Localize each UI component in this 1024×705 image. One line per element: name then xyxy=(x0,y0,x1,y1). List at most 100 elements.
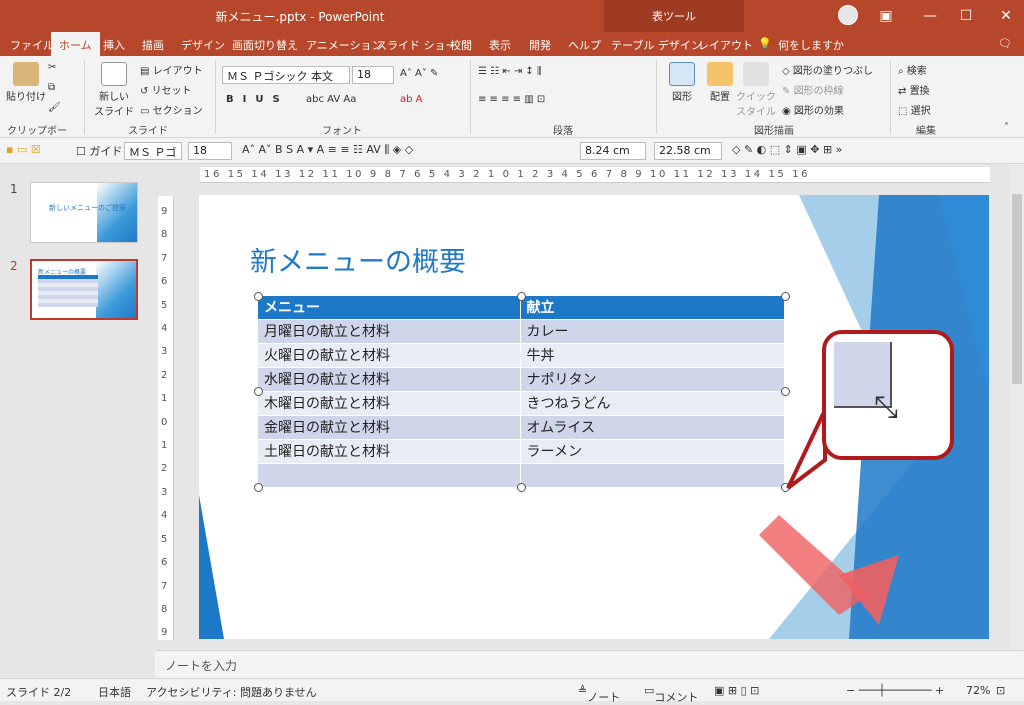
table-cell[interactable]: オムライス xyxy=(520,414,785,439)
table-cell[interactable]: ラーメン xyxy=(520,438,785,463)
arrange-button[interactable]: 配置 xyxy=(702,62,738,103)
format-painter-icon[interactable]: 🖌 xyxy=(48,102,61,113)
find-label: 検索 xyxy=(906,66,927,77)
zoom-slider[interactable]: − ───┼─────── + xyxy=(846,684,944,697)
copy-icon[interactable]: ⧉ xyxy=(48,82,55,93)
resize-handle[interactable] xyxy=(517,483,526,492)
font-color-icon[interactable]: ab A xyxy=(400,94,423,105)
table-row[interactable]: 木曜日の献立と材料 きつねうどん xyxy=(258,390,785,415)
font-style-buttons[interactable]: BIUS xyxy=(226,94,289,105)
font-size-dropdown[interactable]: 18 xyxy=(352,66,394,84)
resize-handle[interactable] xyxy=(781,387,790,396)
bullets-icon[interactable]: ☰ ☷ ⇤ ⇥ ↕ ⫼ xyxy=(478,66,542,77)
tab-review[interactable]: 校閲 xyxy=(450,37,472,53)
layout-button[interactable]: ▤ レイアウト xyxy=(140,62,203,77)
close-button[interactable]: ✕ xyxy=(996,6,1016,26)
tab-insert[interactable]: 挿入 xyxy=(103,37,125,53)
view-buttons[interactable]: ▣ ⊞ ▯ ⊡ xyxy=(714,684,759,697)
table-row[interactable]: 金曜日の献立と材料 オムライス xyxy=(258,414,785,439)
table-row[interactable]: 水曜日の献立と材料 ナポリタン xyxy=(258,366,785,391)
tab-transitions[interactable]: 画面切り替え xyxy=(232,37,298,53)
replace-button[interactable]: ⇄ 置換 xyxy=(898,82,930,97)
notes-button[interactable]: ≜ ノート xyxy=(578,684,620,704)
paste-button[interactable]: 貼り付け xyxy=(6,62,46,103)
resize-handle[interactable] xyxy=(254,292,263,301)
comment-icon[interactable]: 🗨 xyxy=(998,37,1012,50)
table-row[interactable]: 土曜日の献立と材料 ラーメン xyxy=(258,438,785,463)
select-button[interactable]: ⬚ 選択 xyxy=(898,102,931,117)
table-cell[interactable]: 金曜日の献立と材料 xyxy=(258,414,521,439)
resize-handle[interactable] xyxy=(254,483,263,492)
tab-layout[interactable]: レイアウト xyxy=(698,37,753,53)
shape-outline-button[interactable]: ✎ 図形の枠線 xyxy=(782,82,844,97)
scroll-thumb[interactable] xyxy=(1012,194,1022,384)
new-slide-button[interactable]: 新しい スライド xyxy=(92,62,136,118)
vertical-scrollbar[interactable] xyxy=(1010,164,1024,650)
menu-table[interactable]: メニュー 献立 月曜日の献立と材料 カレー 火曜日の献立と材料 牛丼 水曜日の献立と… xyxy=(258,296,785,487)
guide-checkbox[interactable]: ☐ ガイド xyxy=(76,143,122,159)
font-grow-icon[interactable]: A˄ A˅ ✎ xyxy=(400,68,438,79)
font-name-dropdown[interactable]: ＭＳ Ｐゴシック 本文 xyxy=(222,66,350,84)
table-cell[interactable]: 牛丼 xyxy=(520,342,785,367)
maximize-button[interactable]: ☐ xyxy=(956,6,976,26)
qat-format-icons[interactable]: A˄ A˅ B S A ▾ A ≡ ≡ ☷ AV ⫼ ◈ ◇ xyxy=(242,143,413,157)
comments-button[interactable]: ▭ コメント xyxy=(644,684,698,704)
qat-size-dropdown[interactable]: 18 xyxy=(188,142,232,160)
tab-animations[interactable]: アニメーション xyxy=(306,37,383,53)
table-cell[interactable]: ナポリタン xyxy=(520,366,785,391)
cut-icon[interactable]: ✂ xyxy=(48,62,56,73)
resize-handle[interactable] xyxy=(517,292,526,301)
ribbon-display-icon[interactable]: ▣ xyxy=(876,6,896,26)
align-icons[interactable]: ≡ ≡ ≡ ≡ ▥ ⊡ xyxy=(478,94,545,105)
minimize-button[interactable]: — xyxy=(920,6,940,26)
find-button[interactable]: ⌕ 検索 xyxy=(898,62,927,77)
font-effects-icon[interactable]: abc AV Aa xyxy=(306,94,356,105)
tab-developer[interactable]: 開発 xyxy=(529,37,551,53)
height-input[interactable]: 8.24 cm xyxy=(580,142,646,160)
slide-thumbnail-2[interactable]: 新メニューの概要 xyxy=(30,259,138,320)
table-cell[interactable]: カレー xyxy=(520,318,785,343)
tab-help[interactable]: ヘルプ xyxy=(568,37,601,53)
account-avatar-icon[interactable] xyxy=(838,5,858,25)
table-cell[interactable]: きつねうどん xyxy=(520,390,785,415)
qat-more-icons[interactable]: ◇ ✎ ◐ ⬚ ⇕ ▣ ✥ ⊞ » xyxy=(732,143,842,156)
resize-handle[interactable] xyxy=(254,387,263,396)
tab-home[interactable]: ホーム xyxy=(51,32,100,56)
tab-file[interactable]: ファイル xyxy=(10,37,54,53)
table-cell[interactable]: 月曜日の献立と材料 xyxy=(258,318,521,343)
table-cell[interactable] xyxy=(520,462,785,487)
table-cell[interactable]: 木曜日の献立と材料 xyxy=(258,390,521,415)
table-row[interactable]: 月曜日の献立と材料 カレー xyxy=(258,318,785,343)
language-indicator[interactable]: 日本語 xyxy=(98,684,131,700)
section-button[interactable]: ▭ セクション xyxy=(140,102,203,117)
shape-fill-button[interactable]: ◇ 図形の塗りつぶし xyxy=(782,62,873,77)
quick-style-button[interactable]: クイック スタイル xyxy=(736,62,776,118)
notes-pane[interactable]: ノートを入力 xyxy=(155,650,1024,678)
qat-font-dropdown[interactable]: ＭＳ Ｐゴ xyxy=(124,142,182,160)
table-cell[interactable]: 土曜日の献立と材料 xyxy=(258,438,521,463)
accessibility-status[interactable]: アクセシビリティ: 問題ありません xyxy=(146,684,317,700)
tell-me-search[interactable]: 何をしますか xyxy=(778,37,844,53)
table-header-dish[interactable]: 献立 xyxy=(520,296,785,319)
collapse-ribbon-icon[interactable]: ˄ xyxy=(1004,122,1009,133)
shapes-button[interactable]: 図形 xyxy=(664,62,700,103)
quick-icons[interactable]: ▪ ▭ ☒ xyxy=(6,143,41,156)
shape-effect-button[interactable]: ◉ 図形の効果 xyxy=(782,102,844,117)
slide-thumbnail-1[interactable]: 新しいメニューのご提案 xyxy=(30,182,138,243)
zoom-level[interactable]: 72% xyxy=(966,684,990,697)
table-cell[interactable]: 水曜日の献立と材料 xyxy=(258,366,521,391)
fit-slide-icon[interactable]: ⊡ xyxy=(996,684,1005,697)
table-cell[interactable] xyxy=(258,462,521,487)
table-row[interactable]: 火曜日の献立と材料 牛丼 xyxy=(258,342,785,367)
tab-design[interactable]: デザイン xyxy=(181,37,225,53)
table-header-menu[interactable]: メニュー xyxy=(258,296,521,319)
width-input[interactable]: 22.58 cm xyxy=(654,142,722,160)
reset-button[interactable]: ↺ リセット xyxy=(140,82,192,97)
tab-table-design[interactable]: テーブル デザイン xyxy=(611,37,702,53)
slide-title[interactable]: 新メニューの概要 xyxy=(250,240,466,279)
tab-slideshow[interactable]: スライド ショー xyxy=(376,37,457,53)
resize-handle[interactable] xyxy=(781,292,790,301)
table-cell[interactable]: 火曜日の献立と材料 xyxy=(258,342,521,367)
tab-view[interactable]: 表示 xyxy=(489,37,511,53)
tab-draw[interactable]: 描画 xyxy=(142,37,164,53)
